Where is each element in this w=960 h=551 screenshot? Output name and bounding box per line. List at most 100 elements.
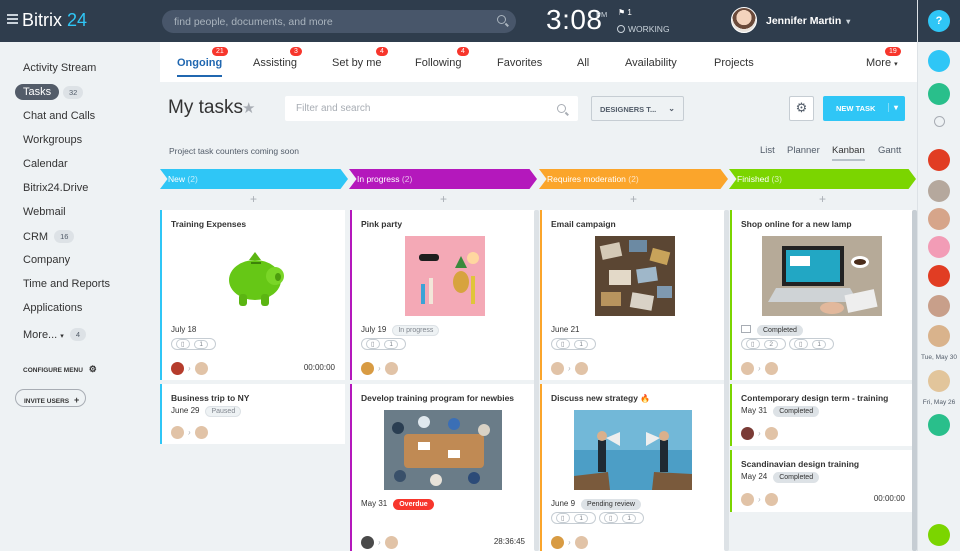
column-header-requires-moderation[interactable]: Requires moderation (2) (539, 169, 728, 189)
avatar[interactable] (361, 536, 374, 550)
filter-search-input[interactable]: Filter and search (285, 96, 578, 121)
view-gantt[interactable]: Gantt (878, 145, 901, 156)
sidebar-item-applications[interactable]: Applications (23, 302, 82, 314)
add-task-plus[interactable]: + (440, 192, 447, 206)
preset-dropdown[interactable]: DESIGNERS T... ⌄ (591, 96, 684, 121)
avatar[interactable] (574, 536, 588, 550)
contact-avatar[interactable] (928, 295, 950, 317)
column-header-new[interactable]: New (2) (160, 169, 348, 189)
task-card[interactable]: Business trip to NY June 29 Paused › (160, 384, 345, 444)
avatar[interactable] (171, 426, 184, 440)
column-header-finished[interactable]: Finished (3) (729, 169, 916, 189)
task-card[interactable]: Contemporary design term - training May … (730, 384, 915, 446)
avatar[interactable] (361, 362, 374, 376)
tab-availability[interactable]: Availability (625, 57, 677, 69)
arrow-icon: › (758, 495, 761, 505)
configure-menu-button[interactable]: CONFIGURE MENU ⚙ (23, 364, 97, 375)
contact-avatar[interactable] (928, 325, 950, 347)
add-task-plus[interactable]: + (250, 192, 257, 206)
tab-more[interactable]: More ▾ (866, 57, 898, 69)
avatar[interactable] (741, 362, 754, 376)
search-icon[interactable] (934, 116, 945, 127)
work-status[interactable]: WORKING (617, 24, 670, 34)
status-badge: Pending review (581, 499, 641, 510)
column-scrollbar[interactable] (724, 210, 729, 551)
column-header-in-progress[interactable]: In progress (2) (349, 169, 537, 189)
user-name[interactable]: Jennifer Martin (766, 15, 850, 27)
tab-ongoing[interactable]: Ongoing (177, 57, 223, 77)
announcement-icon[interactable] (928, 149, 950, 171)
task-date: Completed (741, 325, 803, 336)
tab-assisting[interactable]: Assisting (253, 57, 297, 69)
avatar[interactable] (764, 362, 778, 376)
star-icon[interactable]: ★ (242, 99, 255, 117)
task-card[interactable]: Training Expenses July 18 ▯ 1 › 00:00:00 (160, 210, 345, 380)
menu-icon[interactable] (7, 14, 18, 24)
avatar[interactable] (551, 362, 564, 376)
task-card[interactable]: Shop online for a new lamp Completed ▯ 2… (730, 210, 915, 380)
sidebar-item-drive[interactable]: Bitrix24.Drive (23, 182, 88, 194)
main-area: Ongoing 21 Assisting 3 Set by me 4 Follo… (160, 42, 917, 551)
contact-avatar[interactable] (928, 370, 950, 392)
notifications-icon[interactable] (928, 50, 950, 72)
view-list[interactable]: List (760, 145, 775, 156)
sidebar-item-time-reports[interactable]: Time and Reports (23, 278, 110, 290)
sidebar-item-workgroups[interactable]: Workgroups (23, 134, 82, 146)
column-scrollbar[interactable] (534, 210, 539, 551)
tab-following[interactable]: Following (415, 57, 461, 69)
lock-icon[interactable] (928, 236, 950, 258)
help-button[interactable]: ? (928, 10, 950, 32)
sidebar-item-company[interactable]: Company (23, 254, 70, 266)
sidebar-item-tasks[interactable]: Tasks (15, 84, 60, 100)
task-card[interactable]: Email campaign June 21 ▯ 1 › (540, 210, 725, 380)
call-icon[interactable] (928, 414, 950, 436)
board-scrollbar[interactable] (912, 210, 917, 551)
task-date: May 24 Completed (741, 472, 820, 483)
avatar[interactable] (741, 427, 754, 441)
avatar[interactable] (384, 536, 398, 550)
avatar[interactable] (764, 427, 778, 441)
tab-all[interactable]: All (577, 57, 589, 69)
invite-users-button[interactable]: INVITE USERS + (15, 389, 86, 407)
avatar[interactable] (551, 536, 564, 550)
avatar[interactable] (194, 362, 208, 376)
contact-avatar[interactable] (928, 208, 950, 230)
tab-projects[interactable]: Projects (714, 57, 754, 69)
add-task-plus[interactable]: + (819, 192, 826, 206)
task-card[interactable]: Discuss new strategy 🔥 June 9 Pending rev… (540, 384, 725, 551)
add-task-plus[interactable]: + (630, 192, 637, 206)
user-avatar[interactable] (731, 7, 757, 33)
sidebar-item-calendar[interactable]: Calendar (23, 158, 68, 170)
view-kanban[interactable]: Kanban (832, 145, 865, 161)
sidebar-item-webmail[interactable]: Webmail (23, 206, 66, 218)
sidebar-item-more[interactable]: More... ▾ 4 (23, 328, 86, 341)
phone-icon[interactable] (928, 524, 950, 546)
avatar[interactable] (764, 493, 778, 507)
contact-avatar[interactable] (928, 180, 950, 202)
tab-favorites[interactable]: Favorites (497, 57, 542, 69)
sidebar-item-chat[interactable]: Chat and Calls (23, 110, 95, 122)
checklist-chip: ▯ 2 (741, 338, 787, 350)
avatar[interactable] (741, 493, 754, 507)
view-planner[interactable]: Planner (787, 145, 820, 156)
logo[interactable]: Bitrix 24 (22, 10, 87, 31)
task-title: Pink party (361, 219, 403, 229)
task-card[interactable]: Scandinavian design training May 24 Compl… (730, 450, 915, 512)
task-members: › (551, 534, 588, 550)
settings-button[interactable]: ⚙ (789, 96, 814, 121)
sidebar-item-crm[interactable]: CRM 16 (23, 230, 75, 243)
avatar[interactable] (384, 362, 398, 376)
avatar[interactable] (574, 362, 588, 376)
sidebar-item-activity-stream[interactable]: Activity Stream (23, 62, 96, 74)
chat-icon[interactable] (928, 83, 950, 105)
task-card[interactable]: Pink party July 19 In progress ▯ 1 › (350, 210, 535, 380)
new-task-button[interactable]: NEW TASK (823, 96, 905, 121)
tab-set-by-me[interactable]: Set by me (332, 57, 382, 69)
clock[interactable]: 3:08 (546, 4, 603, 36)
global-search-input[interactable]: find people, documents, and more (162, 10, 516, 33)
avatar[interactable] (171, 362, 184, 376)
task-card[interactable]: Develop training program for newbies May… (350, 384, 535, 551)
announcement-icon[interactable] (928, 265, 950, 287)
avatar[interactable] (194, 426, 208, 440)
flag-counter[interactable]: ⚑ 1 (618, 8, 632, 17)
